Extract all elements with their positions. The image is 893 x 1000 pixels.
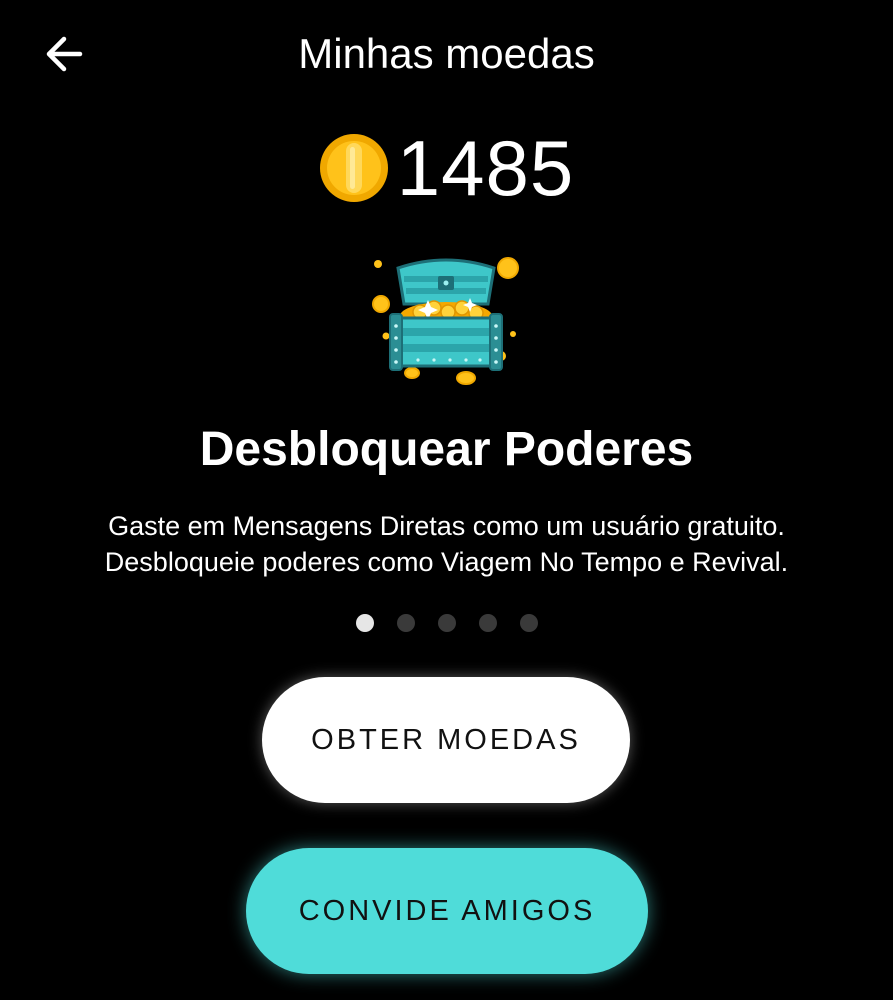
- coin-balance: 1485: [0, 128, 893, 208]
- feature-description-line-2: Desbloqueie poderes como Viagem No Tempo…: [104, 547, 789, 577]
- page-title: Minhas moedas: [298, 30, 595, 77]
- carousel-pager: [0, 614, 893, 632]
- coin-icon: [319, 134, 388, 202]
- coin-balance-value: 1485: [396, 124, 575, 212]
- feature-title: Desbloquear Poderes: [199, 423, 694, 476]
- pager-dot-1[interactable]: [355, 614, 374, 632]
- feature-description: Gaste em Mensagens Diretas como um usuár…: [0, 508, 893, 580]
- pager-dot-5[interactable]: [519, 614, 538, 632]
- feature-description-line-1: Gaste em Mensagens Diretas como um usuár…: [108, 511, 785, 541]
- invite-friends-button[interactable]: CONVIDE AMIGOS: [246, 848, 648, 974]
- treasure-chest-icon: [372, 257, 519, 385]
- pager-dot-3[interactable]: [437, 614, 456, 632]
- pager-dot-2[interactable]: [396, 614, 415, 632]
- my-coins-screen: Minhas moedas 1485 Desbloquear Poderes G…: [0, 0, 893, 1000]
- pager-dot-4[interactable]: [478, 614, 497, 632]
- get-coins-button[interactable]: OBTER MOEDAS: [262, 677, 630, 803]
